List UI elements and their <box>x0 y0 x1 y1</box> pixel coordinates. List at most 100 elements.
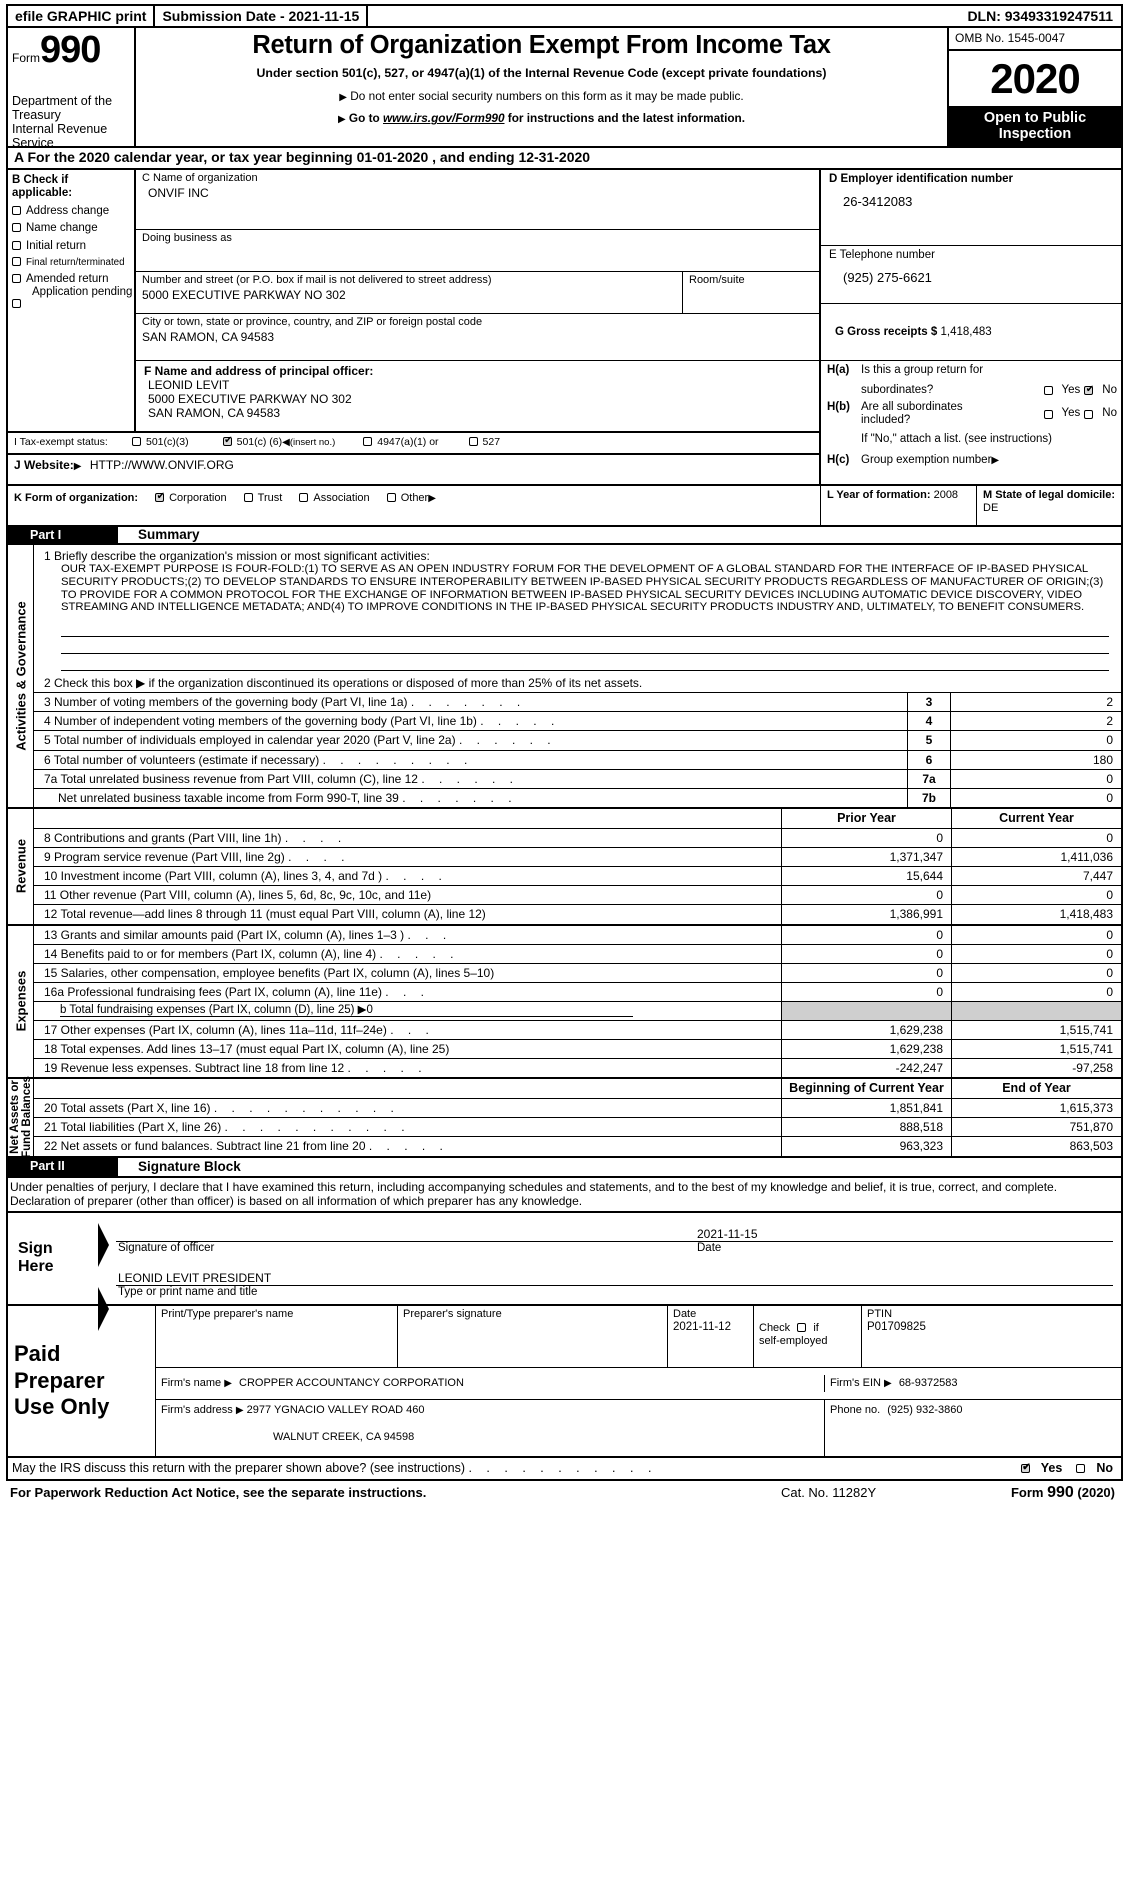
irs-discuss-question: May the IRS discuss this return with the… <box>12 1461 465 1476</box>
checkbox-icon[interactable] <box>12 299 21 309</box>
checkbox-icon[interactable] <box>1076 1463 1086 1473</box>
h-a-yesno[interactable]: Yes No <box>1043 384 1117 398</box>
checkbox-icon[interactable] <box>1084 409 1094 419</box>
status-option-527[interactable]: 527 <box>468 436 500 448</box>
check-if-applicable-group: B Check if applicable: Address change Na… <box>8 169 136 360</box>
h-c-label: H(c) <box>827 453 850 466</box>
checkbox-initial-return[interactable]: Initial return <box>12 240 130 254</box>
arrow-icon <box>98 1286 109 1331</box>
year-of-formation-label: L Year of formation: <box>827 489 931 502</box>
checkbox-icon[interactable] <box>386 493 396 503</box>
leader-dots: . . . . <box>284 830 347 845</box>
city-value: SAN RAMON, CA 94583 <box>142 330 275 345</box>
checkbox-icon[interactable] <box>132 436 141 446</box>
checkbox-icon-checked[interactable] <box>1020 1462 1031 1474</box>
triangle-icon: ▶ <box>73 460 82 472</box>
checkbox-icon-checked[interactable] <box>155 491 165 503</box>
checkbox-icon[interactable] <box>1043 409 1053 419</box>
irs-discuss-answer[interactable]: Yes No <box>1020 1461 1113 1476</box>
h-a-text: Is this a group return for <box>861 363 984 376</box>
signature-fields: 2021-11-15 Signature of officer Date LEO… <box>116 1213 1121 1304</box>
net-assets-side-label: Net Assets or Fund Balances <box>8 1076 34 1159</box>
officer-signature-line[interactable]: 2021-11-15 <box>116 1227 1113 1242</box>
checkbox-address-change[interactable]: Address change <box>12 205 130 219</box>
checkbox-icon[interactable] <box>797 1323 807 1333</box>
expenses-section: Expenses 13 Grants and similar amounts p… <box>6 923 1123 1078</box>
org-option-association[interactable]: Association <box>299 492 370 504</box>
mission-prompt: 1 Briefly describe the organization's mi… <box>44 549 430 564</box>
self-employed-caption: self-employed <box>759 1334 828 1347</box>
part1-header: Part I Summary <box>6 525 1123 546</box>
checkbox-name-change[interactable]: Name change <box>12 222 130 236</box>
status-option-501c6[interactable]: 501(c) (6)◀(insert no.) <box>222 435 335 449</box>
checkbox-group-title: B Check if applicable: <box>12 173 73 200</box>
footer-form-label: Form 990 (2020) <box>1010 1483 1115 1501</box>
org-option-trust[interactable]: Trust <box>243 492 282 504</box>
omb-number: OMB No. 1545-0047 <box>949 28 1121 51</box>
checkbox-icon-checked[interactable] <box>1084 384 1094 396</box>
beginning-year-value: 888,518 <box>781 1118 951 1137</box>
triangle-icon: ▶ <box>339 91 347 103</box>
triangle-icon: ▶ <box>991 454 1000 466</box>
self-employed-cell[interactable]: Check if self-employed <box>754 1306 862 1368</box>
telephone-label: E Telephone number <box>829 248 935 261</box>
current-year-value: 0 <box>951 828 1121 848</box>
leader-dots: . . . . . <box>368 1139 449 1154</box>
line-value: 0 <box>1106 771 1113 786</box>
net-assets-column-headers: Beginning of Current Year End of Year <box>34 1079 1121 1100</box>
org-option-corporation[interactable]: Corporation <box>155 491 227 504</box>
checkbox-icon[interactable] <box>1043 386 1053 396</box>
checkbox-icon[interactable] <box>243 493 253 503</box>
form-title-block: Return of Organization Exempt From Incom… <box>136 28 949 146</box>
org-option-other[interactable]: Other▶ <box>386 492 436 504</box>
current-year-value: 7,447 <box>951 867 1121 886</box>
officer-address-line2: SAN RAMON, CA 94583 <box>148 405 281 420</box>
irs-discuss-question-row: May the IRS discuss this return with the… <box>6 1458 1123 1481</box>
tax-exempt-status-block: I Tax-exempt status: 501(c)(3) 501(c) (6… <box>8 430 821 453</box>
catalog-number: Cat. No. 11282Y <box>780 1484 877 1500</box>
firm-address-cell: Firm's address ▶ 2977 YGNACIO VALLEY ROA… <box>156 1400 825 1457</box>
checkbox-icon-checked[interactable] <box>222 435 232 447</box>
h-note-block: If "No," attach a list. (see instruction… <box>821 431 1121 453</box>
type-print-name-caption: Type or print name and title <box>118 1286 258 1299</box>
irs-form990-link[interactable]: www.irs.gov/Form990 <box>383 111 505 125</box>
gross-receipts-label: G Gross receipts $ <box>835 325 938 338</box>
officer-signature-input[interactable] <box>116 1227 693 1241</box>
leader-dots: . . . . . . . . . <box>322 752 473 767</box>
status-option-501c3[interactable]: 501(c)(3) <box>132 436 189 448</box>
line-value: 0 <box>1106 733 1113 748</box>
year-of-formation-block: L Year of formation: 2008 <box>821 486 977 526</box>
firm-name-cell: Firm's name ▶ CROPPER ACCOUNTANCY CORPOR… <box>156 1375 825 1392</box>
checkbox-amended-return[interactable]: Amended return <box>12 273 130 287</box>
activities-governance-body: 1 Briefly describe the organization's mi… <box>34 545 1121 808</box>
checkbox-icon[interactable] <box>12 223 21 233</box>
form-of-organization-row: K Form of organization: Corporation Trus… <box>6 484 1123 526</box>
street-label: Number and street (or P.O. box if mail i… <box>142 273 492 286</box>
current-year-value: 0 <box>951 963 1121 983</box>
checkbox-icon[interactable] <box>12 205 21 215</box>
h-b-yesno[interactable]: Yes No <box>1043 407 1117 421</box>
checkbox-icon[interactable] <box>363 436 373 446</box>
firm-address-value: 2977 YGNACIO VALLEY ROAD 460 <box>246 1404 425 1417</box>
status-option-4947[interactable]: 4947(a)(1) or <box>363 436 439 448</box>
checkbox-icon[interactable] <box>12 273 21 283</box>
organization-info-block: C Name of organization ONVIF INC Doing b… <box>136 169 821 360</box>
preparer-signature-cell[interactable]: Preparer's signature <box>398 1306 668 1368</box>
h-b-text: Are all subordinates included? <box>861 400 963 427</box>
prior-year-value: 1,629,238 <box>781 1039 951 1059</box>
city-field: City or town, state or province, country… <box>136 314 819 360</box>
checkbox-icon[interactable] <box>468 436 478 446</box>
telephone-field: E Telephone number (925) 275-6621 <box>821 246 1121 304</box>
checkbox-icon[interactable] <box>299 493 309 503</box>
website-row: J Website:▶ HTTP://WWW.ONVIF.ORG H(c) Gr… <box>6 452 1123 485</box>
preparer-name-cell[interactable]: Print/Type preparer's name <box>156 1306 398 1368</box>
line-value: 2 <box>1106 714 1113 729</box>
dba-field: Doing business as <box>136 230 819 272</box>
page-footer: For Paperwork Reduction Act Notice, see … <box>6 1481 1123 1503</box>
checkbox-icon[interactable] <box>12 257 21 267</box>
checkbox-application-pending[interactable]: Application pending <box>12 286 132 309</box>
website-value[interactable]: HTTP://WWW.ONVIF.ORG <box>85 458 234 472</box>
checkbox-icon[interactable] <box>12 240 21 250</box>
open-to-public-badge: Open to Public Inspection <box>949 107 1121 146</box>
checkbox-final-return[interactable]: Final return/terminated <box>12 257 130 269</box>
